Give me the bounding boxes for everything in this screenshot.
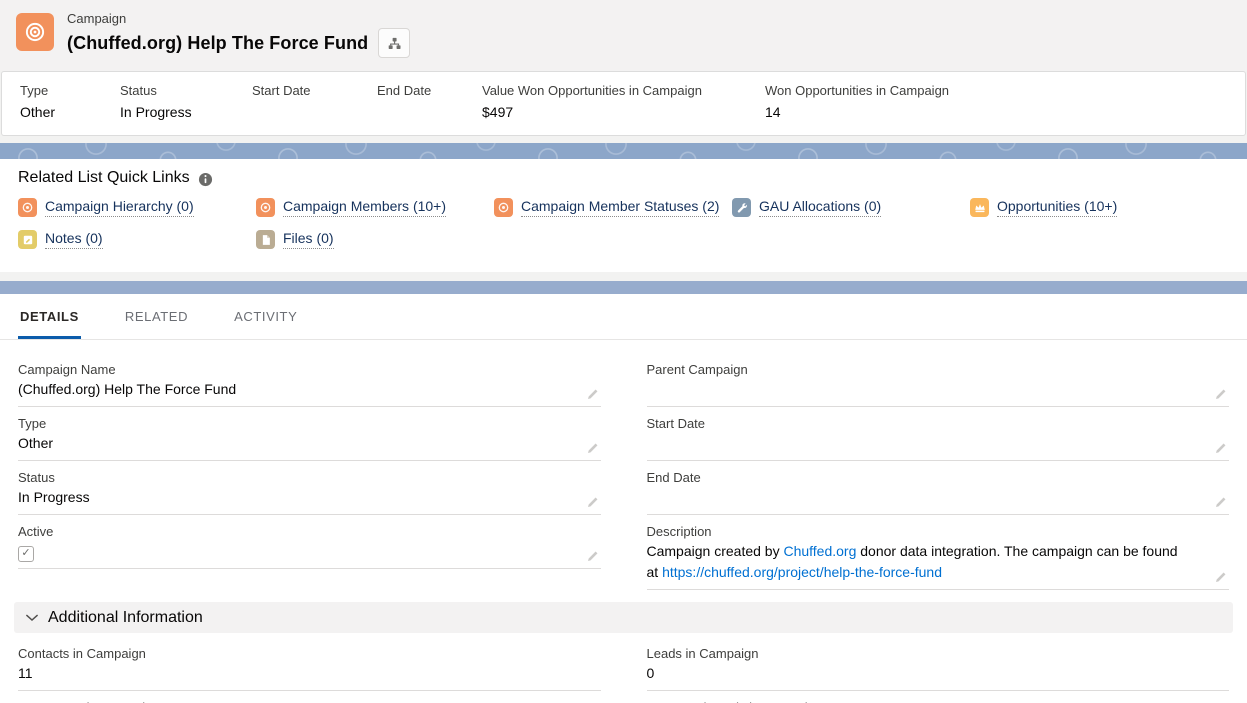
highlight-field-type: Type Other (20, 82, 120, 122)
campaign-url-link[interactable]: https://chuffed.org/project/help-the-for… (662, 564, 942, 580)
field-converted-leads-in-campaign: Converted Leads in Campaign 0 (647, 699, 1230, 703)
field-start-date: Start Date (647, 415, 1230, 461)
additional-right-column: Leads in Campaign 0 Converted Leads in C… (647, 637, 1230, 703)
highlight-field-won-opportunities: Won Opportunities in Campaign 14 (765, 82, 961, 122)
section-title: Additional Information (48, 609, 203, 627)
highlights-panel: Type Other Status In Progress Start Date… (1, 71, 1246, 136)
field-parent-campaign: Parent Campaign (647, 361, 1230, 407)
quick-link-campaign-member-statuses[interactable]: Campaign Member Statuses (2) (494, 198, 719, 217)
tab-activity[interactable]: ACTIVITY (232, 294, 299, 339)
tab-related[interactable]: RELATED (123, 294, 190, 339)
campaign-icon (494, 198, 513, 217)
quick-link-campaign-hierarchy[interactable]: Campaign Hierarchy (0) (18, 198, 194, 217)
highlight-field-start-date: Start Date (252, 82, 377, 122)
highlight-field-status: Status In Progress (120, 82, 252, 122)
quick-links-heading: Related List Quick Links (18, 169, 190, 187)
edit-pencil-icon[interactable] (1214, 496, 1227, 509)
additional-information-header[interactable]: Additional Information (14, 602, 1233, 633)
field-responses-in-campaign: Responses in Campaign 11 (18, 699, 601, 703)
description-text: Campaign created by Chuffed.org donor da… (647, 541, 1230, 583)
brand-band-wavy (0, 143, 1247, 159)
campaign-icon (256, 198, 275, 217)
note-icon (18, 230, 37, 249)
wrench-icon (732, 198, 751, 217)
field-contacts-in-campaign: Contacts in Campaign 11 (18, 645, 601, 691)
entity-label: Campaign (67, 11, 410, 26)
field-end-date: End Date (647, 469, 1230, 515)
active-checkbox[interactable]: ✓ (18, 546, 34, 562)
edit-pencil-icon[interactable] (1214, 571, 1227, 584)
additional-left-column: Contacts in Campaign 11 Responses in Cam… (18, 637, 601, 703)
edit-pencil-icon[interactable] (1214, 442, 1227, 455)
brand-band-solid (0, 281, 1247, 294)
highlight-field-end-date: End Date (377, 82, 482, 122)
field-active: Active ✓ (18, 523, 601, 569)
edit-pencil-icon[interactable] (586, 496, 599, 509)
details-form: Campaign Name (Chuffed.org) Help The For… (0, 340, 1247, 590)
checkmark-icon: ✓ (21, 548, 30, 559)
additional-information-form: Contacts in Campaign 11 Responses in Cam… (0, 633, 1247, 703)
chevron-down-icon (26, 614, 38, 622)
record-header: Campaign (Chuffed.org) Help The Force Fu… (0, 0, 1247, 71)
related-list-quick-links-card: Related List Quick Links Campaign Hierar… (0, 159, 1247, 272)
quick-link-opportunities[interactable]: Opportunities (10+) (970, 198, 1117, 217)
details-left-column: Campaign Name (Chuffed.org) Help The For… (18, 353, 601, 590)
file-icon (256, 230, 275, 249)
details-right-column: Parent Campaign Start Date End Date Desc… (647, 353, 1230, 590)
field-type: Type Other (18, 415, 601, 461)
edit-pencil-icon[interactable] (586, 550, 599, 563)
quick-link-gau-allocations[interactable]: GAU Allocations (0) (732, 198, 881, 217)
page-title: (Chuffed.org) Help The Force Fund (67, 33, 368, 54)
field-description: Description Campaign created by Chuffed.… (647, 523, 1230, 590)
campaign-icon (18, 198, 37, 217)
highlight-field-value-won: Value Won Opportunities in Campaign $497 (482, 82, 765, 122)
hierarchy-icon (387, 36, 402, 51)
tab-details[interactable]: DETAILS (18, 294, 81, 339)
info-icon[interactable] (198, 172, 213, 187)
header-text: Campaign (Chuffed.org) Help The Force Fu… (67, 11, 410, 58)
record-detail-card: DETAILS RELATED ACTIVITY Campaign Name (… (0, 294, 1247, 703)
quick-link-files[interactable]: Files (0) (256, 230, 334, 249)
field-status: Status In Progress (18, 469, 601, 515)
field-leads-in-campaign: Leads in Campaign 0 (647, 645, 1230, 691)
record-tabs: DETAILS RELATED ACTIVITY (0, 294, 1247, 340)
field-campaign-name: Campaign Name (Chuffed.org) Help The For… (18, 361, 601, 407)
edit-pencil-icon[interactable] (586, 442, 599, 455)
view-hierarchy-button[interactable] (378, 28, 410, 58)
quick-link-notes[interactable]: Notes (0) (18, 230, 103, 249)
quick-links-grid: Campaign Hierarchy (0) Campaign Members … (18, 198, 1229, 249)
edit-pencil-icon[interactable] (586, 388, 599, 401)
quick-link-campaign-members[interactable]: Campaign Members (10+) (256, 198, 446, 217)
crown-icon (970, 198, 989, 217)
edit-pencil-icon[interactable] (1214, 388, 1227, 401)
campaign-target-icon (16, 13, 54, 51)
chuffed-org-link[interactable]: Chuffed.org (783, 543, 856, 559)
